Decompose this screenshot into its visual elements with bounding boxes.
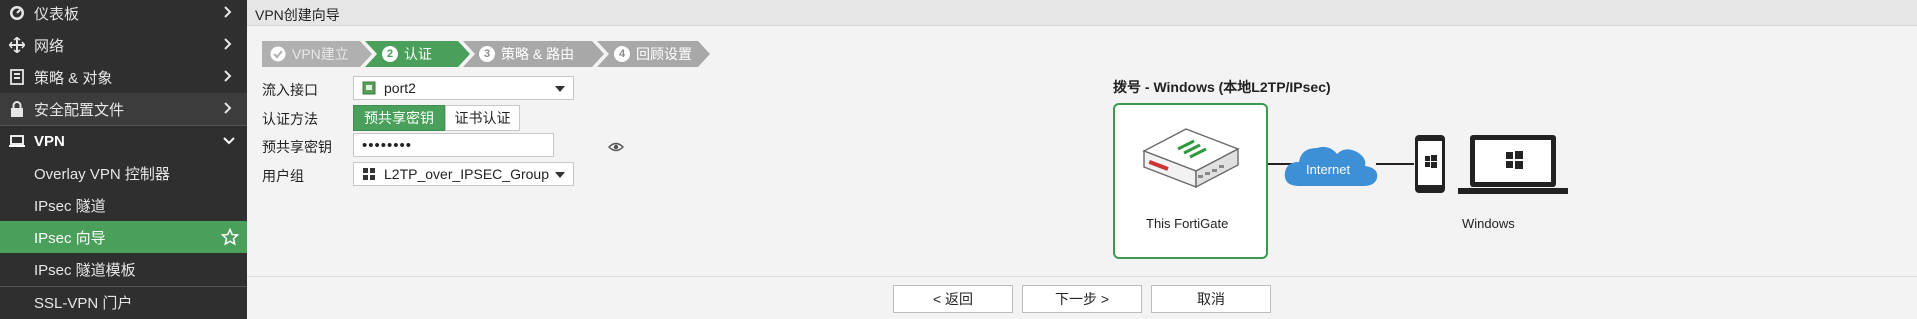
windows-laptop-icon xyxy=(1458,135,1568,194)
auth-method-label: 认证方法 xyxy=(262,111,318,127)
sidebar-item-security-profiles[interactable]: 安全配置文件 xyxy=(0,93,247,125)
auth-certificate-option[interactable]: 证书认证 xyxy=(445,105,520,131)
network-icon xyxy=(9,37,25,53)
sidebar-item-ssl-vpn-portal[interactable]: SSL-VPN 门户 xyxy=(0,286,247,318)
user-group-select[interactable]: L2TP_over_IPSEC_Group xyxy=(353,162,574,186)
step-number: 4 xyxy=(614,46,630,62)
port-icon xyxy=(362,81,376,95)
wizard-step-4[interactable]: 4 回顾设置 xyxy=(614,42,692,66)
cancel-button[interactable]: 取消 xyxy=(1151,285,1271,313)
lock-icon xyxy=(9,101,25,117)
wizard-step-label: VPN建立 xyxy=(292,46,349,62)
step-number: 3 xyxy=(479,46,495,62)
chevron-down-icon xyxy=(223,133,235,150)
sidebar-item-network[interactable]: 网络 xyxy=(0,29,247,61)
chevron-right-icon xyxy=(223,37,235,54)
auth-psk-option[interactable]: 预共享密钥 xyxy=(353,105,445,131)
wizard-step-3[interactable]: 3 策略 & 路由 xyxy=(479,42,574,66)
step-number: 2 xyxy=(382,46,398,62)
diagram-title: 拨号 - Windows (本地L2TP/IPsec) xyxy=(1113,79,1331,95)
wizard-step-label: 回顾设置 xyxy=(636,46,692,62)
sidebar-item-overlay-vpn[interactable]: Overlay VPN 控制器 xyxy=(0,157,247,189)
main-content: VPN创建向导 VPN建立 2 认证 3 策略 & 路由 4 回顾设置 流入接口… xyxy=(247,0,1917,319)
sidebar-item-ipsec-wizard[interactable]: IPsec 向导 xyxy=(0,221,247,253)
psk-label: 预共享密钥 xyxy=(262,139,332,155)
chevron-right-icon xyxy=(223,5,235,22)
sidebar-item-label: 网络 xyxy=(34,37,65,55)
wizard-step-label: 认证 xyxy=(404,46,432,62)
windows-label: Windows xyxy=(1462,216,1515,231)
fortigate-device-icon xyxy=(1142,128,1240,189)
chevron-right-icon xyxy=(223,69,235,86)
chevron-down-icon xyxy=(555,86,565,92)
fortigate-label: This FortiGate xyxy=(1146,216,1229,231)
sidebar-item-vpn[interactable]: VPN xyxy=(0,125,247,157)
sidebar-item-label: 策略 & 对象 xyxy=(34,69,113,87)
sidebar-item-label: Overlay VPN 控制器 xyxy=(34,165,170,183)
sidebar-item-label: IPsec 隧道模板 xyxy=(34,261,136,279)
chevron-down-icon xyxy=(555,172,565,178)
dashboard-icon xyxy=(9,5,25,21)
laptop-icon xyxy=(9,133,25,149)
next-button[interactable]: 下一步 > xyxy=(1022,285,1142,313)
chevron-right-icon xyxy=(223,101,235,118)
user-group-icon xyxy=(362,167,376,181)
sidebar-item-dashboard[interactable]: 仪表板 xyxy=(0,0,247,29)
psk-value: •••••••• xyxy=(362,136,413,154)
check-circle-icon xyxy=(270,46,286,62)
link-line-right xyxy=(1376,163,1414,165)
sidebar-item-policy[interactable]: 策略 & 对象 xyxy=(0,61,247,93)
star-icon[interactable] xyxy=(220,227,240,246)
psk-input[interactable]: •••••••• xyxy=(353,133,554,157)
back-button[interactable]: < 返回 xyxy=(893,285,1013,313)
wizard-step-label: 策略 & 路由 xyxy=(501,46,575,62)
incoming-interface-value: port2 xyxy=(384,80,416,96)
wizard-step-2[interactable]: 2 认证 xyxy=(382,42,432,66)
sidebar-item-label: VPN xyxy=(34,132,65,150)
sidebar-item-label: 安全配置文件 xyxy=(34,101,125,119)
sidebar-item-label: IPsec 向导 xyxy=(34,229,106,247)
incoming-interface-label: 流入接口 xyxy=(262,82,318,98)
sidebar-item-ipsec-tunnels[interactable]: IPsec 隧道 xyxy=(0,189,247,221)
internet-label: Internet xyxy=(1306,162,1351,177)
wizard-steps-bar xyxy=(262,41,710,67)
wizard-step-1[interactable]: VPN建立 xyxy=(270,42,349,66)
page-title: VPN创建向导 xyxy=(247,0,1917,26)
sidebar: 仪表板 网络 策略 & 对象 安全配置文件 VPN Overlay VPN 控制… xyxy=(0,0,247,319)
sidebar-item-label: 仪表板 xyxy=(34,5,80,23)
incoming-interface-select[interactable]: port2 xyxy=(353,76,574,100)
policy-icon xyxy=(9,69,25,85)
sidebar-item-label: IPsec 隧道 xyxy=(34,197,106,215)
sidebar-item-ipsec-template[interactable]: IPsec 隧道模板 xyxy=(0,253,247,285)
sidebar-item-label: SSL-VPN 门户 xyxy=(34,294,133,312)
user-group-value: L2TP_over_IPSEC_Group xyxy=(384,166,549,182)
user-group-label: 用户组 xyxy=(262,168,304,184)
windows-phone-icon xyxy=(1415,135,1445,193)
eye-icon[interactable] xyxy=(608,140,624,152)
